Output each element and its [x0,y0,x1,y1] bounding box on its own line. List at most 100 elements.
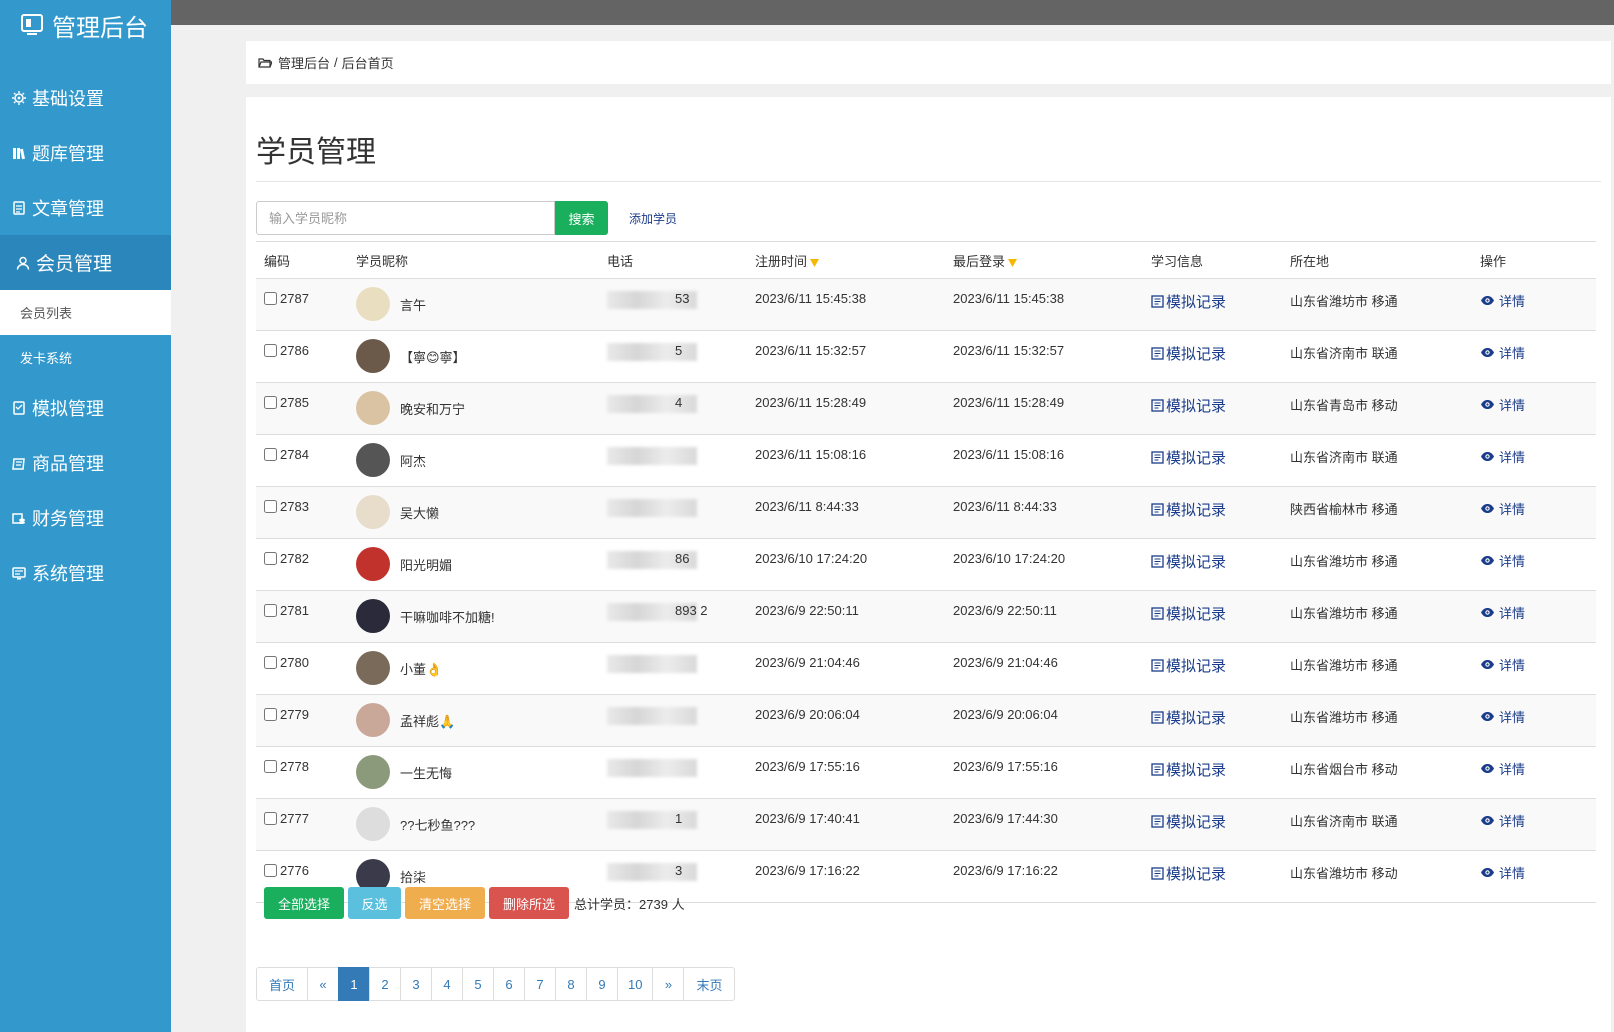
sidebar-subitem-member-list[interactable]: 会员列表 [0,290,171,335]
mock-record-link[interactable]: 模拟记录 [1151,447,1226,468]
page-number-button[interactable]: 4 [431,967,463,1001]
sidebar-item-label: 财务管理 [32,508,104,529]
sidebar-subitem-card-system[interactable]: 发卡系统 [0,335,171,380]
mock-record-link[interactable]: 模拟记录 [1151,759,1226,780]
column-header-last-login[interactable]: 最后登录 [945,241,1143,279]
mock-record-link[interactable]: 模拟记录 [1151,811,1226,832]
brand[interactable]: 管理后台 [0,0,171,50]
page-prev-button[interactable]: « [307,967,339,1001]
page-first-button[interactable]: 首页 [256,967,308,1001]
page-number-button[interactable]: 3 [400,967,432,1001]
cell-study-info: 模拟记录 [1143,746,1282,799]
sidebar-item-members[interactable]: 会员管理 [0,235,171,290]
cell-nickname: 阳光明媚 [348,538,599,591]
row-checkbox[interactable] [264,812,277,825]
row-checkbox[interactable] [264,604,277,617]
page-number-button[interactable]: 1 [338,967,370,1001]
detail-link[interactable]: 详情 [1480,499,1525,518]
detail-link[interactable]: 详情 [1480,759,1525,778]
delete-selected-button[interactable]: 删除所选 [489,887,569,919]
breadcrumb-root[interactable]: 管理后台 [278,53,330,72]
cell-nickname: 小董👌 [348,642,599,695]
page-number-button[interactable]: 7 [524,967,556,1001]
row-checkbox[interactable] [264,292,277,305]
sidebar-item-articles[interactable]: 文章管理 [0,180,171,235]
sidebar-item-goods[interactable]: 商品管理 [0,435,171,490]
detail-link[interactable]: 详情 [1480,395,1525,414]
cell-id: 2786 [256,330,348,383]
goods-icon [12,457,25,470]
row-checkbox[interactable] [264,500,277,513]
row-checkbox[interactable] [264,708,277,721]
row-checkbox[interactable] [264,552,277,565]
column-header-phone: 电话 [599,241,747,279]
add-student-link[interactable]: 添加学员 [629,210,677,227]
detail-link[interactable]: 详情 [1480,447,1525,466]
detail-label: 详情 [1499,346,1526,361]
page-number-button[interactable]: 10 [617,967,654,1001]
detail-label: 详情 [1499,866,1526,881]
cell-phone [599,486,747,539]
sidebar-item-question-bank[interactable]: 题库管理 [0,125,171,180]
detail-link[interactable]: 详情 [1480,291,1525,310]
sidebar-menu: 基础设置 题库管理 文章管理 会员管理 会员列表 发卡系统 模拟管理 商品管理 [0,70,171,600]
row-id: 2782 [280,551,309,566]
search-button[interactable]: 搜索 [555,201,608,235]
page-number-button[interactable]: 9 [586,967,618,1001]
page-number-button[interactable]: 8 [555,967,587,1001]
cell-study-info: 模拟记录 [1143,694,1282,747]
detail-link[interactable]: 详情 [1480,603,1525,622]
page-number-button[interactable]: 5 [462,967,494,1001]
page-next-button[interactable]: » [652,967,685,1001]
detail-link[interactable]: 详情 [1480,655,1525,674]
mock-record-link[interactable]: 模拟记录 [1151,603,1226,624]
detail-link[interactable]: 详情 [1480,343,1525,362]
exam-icon [13,400,25,415]
row-checkbox[interactable] [264,448,277,461]
row-checkbox[interactable] [264,760,277,773]
page-number-button[interactable]: 6 [493,967,525,1001]
sidebar-item-label: 商品管理 [32,453,104,474]
select-all-button[interactable]: 全部选择 [264,887,344,919]
table-header-row: 编码 学员昵称 电话 注册时间 最后登录 学习信息 所在地 操作 [256,241,1596,279]
row-checkbox[interactable] [264,864,277,877]
sidebar-item-system[interactable]: 系统管理 [0,545,171,600]
cell-location: 山东省济南市 联通 [1282,330,1472,383]
mock-record-link[interactable]: 模拟记录 [1151,707,1226,728]
search-input[interactable] [256,201,555,235]
cell-phone: 86 [599,538,747,591]
mock-record-link[interactable]: 模拟记录 [1151,863,1226,884]
mock-record-link[interactable]: 模拟记录 [1151,655,1226,676]
clear-selection-button[interactable]: 清空选择 [405,887,485,919]
detail-link[interactable]: 详情 [1480,863,1525,882]
row-id: 2781 [280,603,309,618]
phone-blur [607,499,697,517]
table-row: 2777 ??七秒鱼??? 1 2023/6/9 17:40:41 2023/6/9 1… [256,798,1596,851]
mock-record-link[interactable]: 模拟记录 [1151,343,1226,364]
row-checkbox[interactable] [264,344,277,357]
detail-link[interactable]: 详情 [1480,551,1525,570]
detail-link[interactable]: 详情 [1480,707,1525,726]
sidebar-item-basic-settings[interactable]: 基础设置 [0,70,171,125]
detail-link[interactable]: 详情 [1480,811,1525,830]
mock-record-link[interactable]: 模拟记录 [1151,291,1226,312]
mock-record-link[interactable]: 模拟记录 [1151,551,1226,572]
sidebar-item-finance[interactable]: 财务管理 [0,490,171,545]
cell-id: 2783 [256,486,348,539]
mock-record-link[interactable]: 模拟记录 [1151,499,1226,520]
column-header-label: 注册时间 [755,253,808,269]
cell-last-login: 2023/6/11 15:32:57 [945,330,1143,383]
mock-record-link[interactable]: 模拟记录 [1151,395,1226,416]
row-checkbox[interactable] [264,396,277,409]
column-header-register-time[interactable]: 注册时间 [747,241,945,279]
invert-selection-button[interactable]: 反选 [348,887,401,919]
page-last-button[interactable]: 末页 [683,967,736,1001]
cell-last-login: 2023/6/9 22:50:11 [945,590,1143,643]
row-nickname: 干嘛咖啡不加糖! [400,609,495,625]
cell-phone [599,434,747,487]
sidebar-item-mock-exams[interactable]: 模拟管理 [0,380,171,435]
cell-location: 山东省烟台市 移动 [1282,746,1472,799]
row-checkbox[interactable] [264,656,277,669]
cell-location: 陕西省榆林市 移通 [1282,486,1472,539]
page-number-button[interactable]: 2 [369,967,401,1001]
